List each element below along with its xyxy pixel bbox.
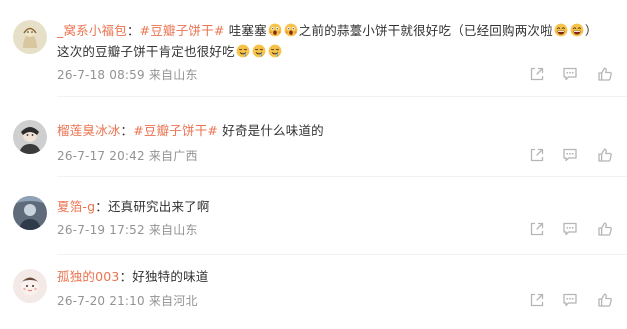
thumbs-up-icon[interactable] bbox=[597, 292, 613, 308]
comment-body: 孤独的003：好独特的味道 bbox=[57, 266, 613, 287]
location: 来自山东 bbox=[148, 223, 198, 237]
share-icon[interactable] bbox=[529, 66, 545, 82]
comment-meta: 26-7-20 21:10 来自河北 bbox=[57, 292, 198, 309]
location: 来自山东 bbox=[148, 68, 198, 82]
username-link[interactable]: 孤独的003 bbox=[57, 269, 120, 284]
timestamp: 26-7-20 21:10 bbox=[57, 294, 145, 308]
share-icon[interactable] bbox=[529, 221, 545, 237]
comment-meta: 26-7-17 20:42 来自广西 bbox=[57, 147, 198, 164]
comment-text: 还真研究出来了啊 bbox=[107, 199, 210, 214]
timestamp: 26-7-19 17:52 bbox=[57, 223, 145, 237]
scream-face-emoji bbox=[268, 23, 282, 37]
scream-face-emoji bbox=[284, 23, 298, 37]
avatar[interactable] bbox=[13, 20, 47, 54]
comment-meta: 26-7-18 08:59 来自山东 bbox=[57, 66, 198, 83]
colon: ： bbox=[126, 23, 140, 38]
comment-text: 好独特的味道 bbox=[132, 269, 209, 284]
grinning-face-emoji bbox=[570, 23, 584, 37]
username-link[interactable]: _窝系小福包 bbox=[57, 23, 127, 38]
comment-icon[interactable] bbox=[562, 292, 578, 308]
comment-icon[interactable] bbox=[562, 66, 578, 82]
topic-link[interactable]: #豆瓣子饼干# bbox=[133, 123, 218, 138]
location: 来自广西 bbox=[148, 149, 198, 163]
comment-actions bbox=[529, 147, 613, 163]
avatar[interactable] bbox=[13, 196, 47, 230]
colon: ： bbox=[95, 199, 108, 214]
drooling-face-emoji bbox=[268, 44, 282, 58]
comment-item: 榴莲臭冰冰：#豆瓣子饼干# 好奇是什么味道的 26-7-17 20:42 来自广… bbox=[0, 108, 627, 170]
username-link[interactable]: 榴莲臭冰冰 bbox=[57, 123, 121, 138]
comment-item: _窝系小福包：#豆瓣子饼干# 哇塞塞 之前的蒜薹小饼干就很好吃（已经回购两次啦 ） 这… bbox=[0, 0, 627, 88]
comment-body: _窝系小福包：#豆瓣子饼干# 哇塞塞 之前的蒜薹小饼干就很好吃（已经回购两次啦 ） 这… bbox=[57, 20, 613, 62]
comment-actions bbox=[529, 66, 613, 82]
location: 来自河北 bbox=[148, 294, 198, 308]
colon: ： bbox=[120, 123, 134, 138]
comment-text: 哇塞塞 bbox=[224, 23, 267, 38]
comment-body: 夏箔-g：还真研究出来了啊 bbox=[57, 196, 613, 217]
share-icon[interactable] bbox=[529, 292, 545, 308]
drooling-face-emoji bbox=[236, 44, 250, 58]
divider bbox=[57, 254, 627, 255]
comment-item: 夏箔-g：还真研究出来了啊 26-7-19 17:52 来自山东 bbox=[0, 186, 627, 248]
share-icon[interactable] bbox=[529, 147, 545, 163]
comment-icon[interactable] bbox=[562, 147, 578, 163]
comment-text: ） bbox=[584, 23, 598, 38]
comment-text: 之前的蒜薹小饼干就很好吃（已经回购两次啦 bbox=[298, 23, 553, 38]
comment-meta: 26-7-19 17:52 来自山东 bbox=[57, 221, 198, 238]
comment-text: 这次的豆瓣子饼干肯定也很好吃 bbox=[57, 44, 235, 59]
avatar[interactable] bbox=[13, 269, 47, 303]
thumbs-up-icon[interactable] bbox=[597, 147, 613, 163]
username-link[interactable]: 夏箔-g bbox=[57, 199, 95, 214]
comment-actions bbox=[529, 221, 613, 237]
thumbs-up-icon[interactable] bbox=[597, 66, 613, 82]
divider bbox=[57, 176, 627, 177]
divider bbox=[57, 96, 627, 97]
comment-text: 好奇是什么味道的 bbox=[218, 123, 324, 138]
comment-item: 孤独的003：好独特的味道 26-7-20 21:10 来自河北 bbox=[0, 262, 627, 324]
topic-link[interactable]: #豆瓣子饼干# bbox=[140, 23, 225, 38]
comment-body: 榴莲臭冰冰：#豆瓣子饼干# 好奇是什么味道的 bbox=[57, 120, 613, 141]
avatar[interactable] bbox=[13, 120, 47, 154]
comment-actions bbox=[529, 292, 613, 308]
grinning-face-emoji bbox=[554, 23, 568, 37]
thumbs-up-icon[interactable] bbox=[597, 221, 613, 237]
timestamp: 26-7-18 08:59 bbox=[57, 68, 145, 82]
drooling-face-emoji bbox=[252, 44, 266, 58]
comment-icon[interactable] bbox=[562, 221, 578, 237]
colon: ： bbox=[119, 269, 133, 284]
timestamp: 26-7-17 20:42 bbox=[57, 149, 145, 163]
